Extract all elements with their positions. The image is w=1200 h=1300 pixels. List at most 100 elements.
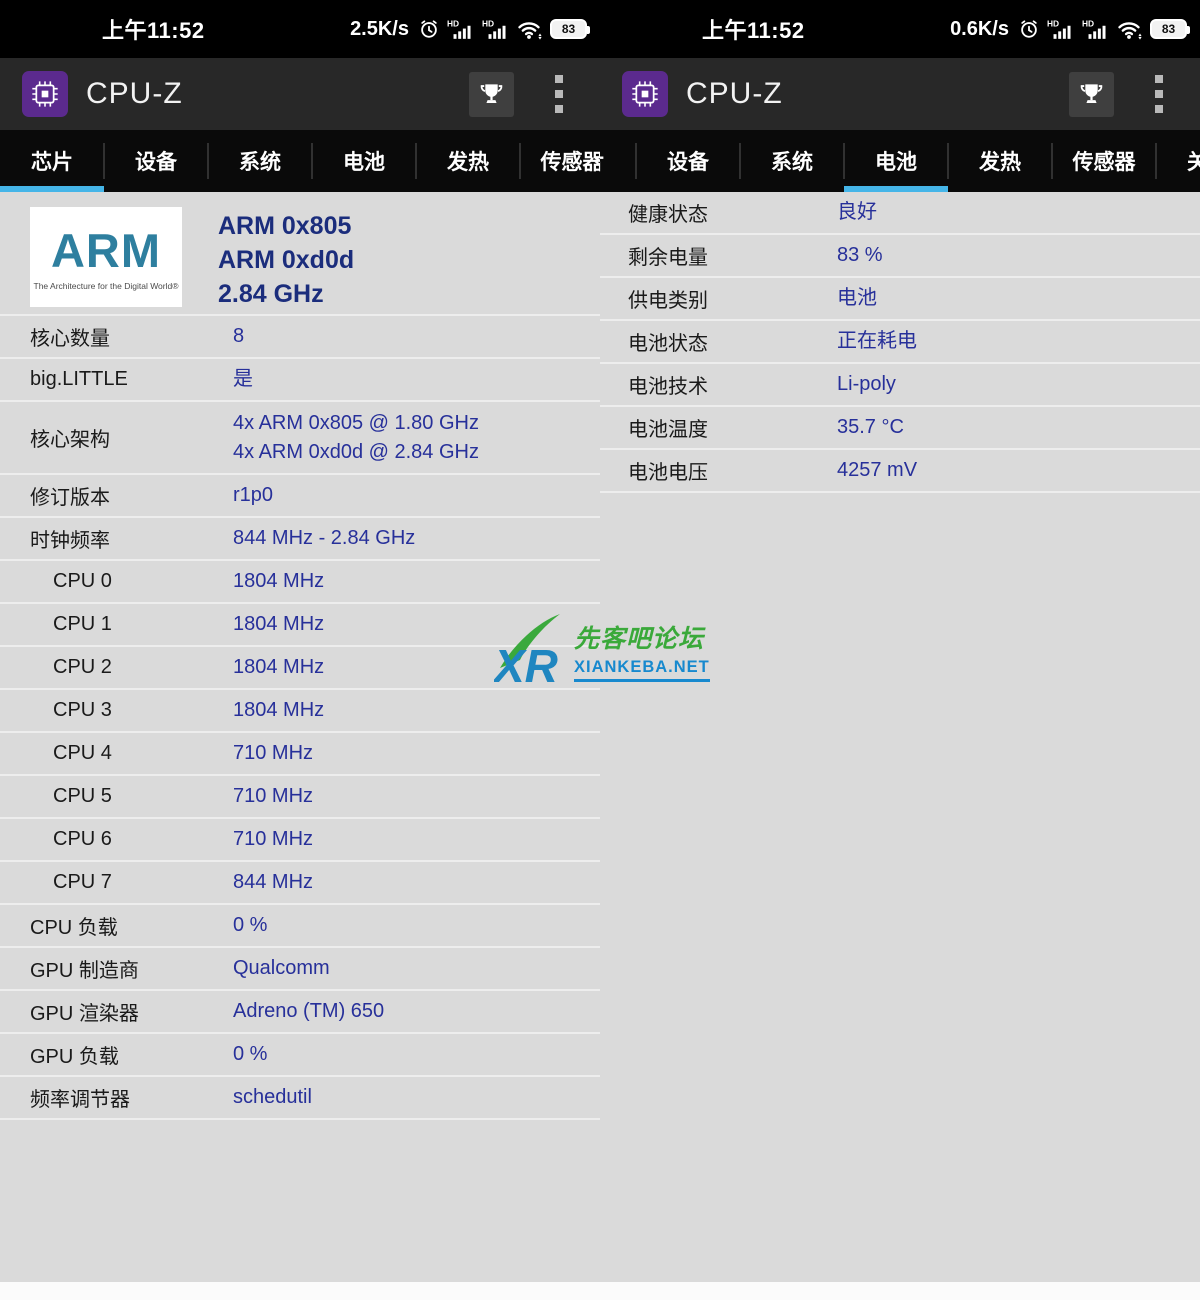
row-value: 0 % xyxy=(233,911,267,940)
info-row: CPU 负载0 % xyxy=(0,905,600,948)
sim2-signal-icon: HD xyxy=(482,18,510,41)
sim2-signal-icon: HD xyxy=(1082,18,1110,41)
overflow-menu-button[interactable] xyxy=(555,75,563,113)
tab-发热[interactable]: 发热 xyxy=(416,130,520,192)
tab-关于[interactable]: 关于 xyxy=(1156,130,1200,192)
soc-title-line1: ARM 0x805 xyxy=(218,209,354,243)
row-value: 710 MHz xyxy=(233,739,313,768)
watermark-site-url: XIANKEBA.NET xyxy=(574,658,710,682)
row-label: 电池温度 xyxy=(600,413,837,442)
row-value: 4257 mV xyxy=(837,456,917,485)
bottom-strip xyxy=(0,1282,1200,1300)
info-row: 核心架构4x ARM 0x805 @ 1.80 GHz 4x ARM 0xd0d… xyxy=(0,402,600,475)
battery-info-list: 健康状态良好剩余电量83 %供电类别电池电池状态正在耗电电池技术Li-poly电… xyxy=(600,192,1200,493)
soc-panel: ARM The Architecture for the Digital Wor… xyxy=(0,192,600,1282)
row-value: 844 MHz xyxy=(233,868,313,897)
row-label: 修订版本 xyxy=(0,481,233,510)
xiankeba-logo-icon: XR xyxy=(494,610,568,690)
sim1-signal-icon: HD xyxy=(447,18,475,41)
app-bar: CPU-Z CPU-Z xyxy=(0,58,1200,130)
status-icons: 2.5K/s HD HD xyxy=(350,18,587,41)
svg-text:HD: HD xyxy=(482,18,494,28)
row-value: 710 MHz xyxy=(233,782,313,811)
info-row: CPU 01804 MHz xyxy=(0,561,600,604)
soc-title-line2: ARM 0xd0d xyxy=(218,243,354,277)
row-value: 83 % xyxy=(837,241,883,270)
row-label: CPU 3 xyxy=(0,699,233,722)
info-row: CPU 4710 MHz xyxy=(0,733,600,776)
row-label: 电池技术 xyxy=(600,370,837,399)
wifi-icon xyxy=(1117,19,1143,40)
row-value: r1p0 xyxy=(233,481,273,510)
row-value: 844 MHz - 2.84 GHz xyxy=(233,524,415,553)
tab-bar-right: 芯片设备系统电池发热传感器关于 xyxy=(600,130,1200,192)
chip-info-list: 核心数量8big.LITTLE是核心架构4x ARM 0x805 @ 1.80 … xyxy=(0,314,600,1120)
status-bar: 上午11:52 2.5K/s HD HD xyxy=(0,0,1200,58)
row-label: GPU 制造商 xyxy=(0,954,233,983)
app-bar-left: CPU-Z xyxy=(0,58,600,130)
info-row: big.LITTLE是 xyxy=(0,359,600,402)
row-label: GPU 渲染器 xyxy=(0,997,233,1026)
info-row: CPU 6710 MHz xyxy=(0,819,600,862)
svg-text:HD: HD xyxy=(1082,18,1094,28)
info-row: 时钟频率844 MHz - 2.84 GHz xyxy=(0,518,600,561)
row-value: 0 % xyxy=(233,1040,267,1069)
tab-系统[interactable]: 系统 xyxy=(740,130,844,192)
tab-传感器[interactable]: 传感器 xyxy=(1052,130,1156,192)
info-row: CPU 7844 MHz xyxy=(0,862,600,905)
network-speed: 2.5K/s xyxy=(350,18,409,41)
row-label: CPU 7 xyxy=(0,871,233,894)
tab-电池[interactable]: 电池 xyxy=(312,130,416,192)
status-bar-left: 上午11:52 2.5K/s HD HD xyxy=(0,0,600,58)
arm-logo: ARM The Architecture for the Digital Wor… xyxy=(30,207,182,307)
trophy-icon xyxy=(1078,81,1105,108)
content-area: ARM The Architecture for the Digital Wor… xyxy=(0,192,1200,1282)
row-label: GPU 负载 xyxy=(0,1040,233,1069)
row-label: CPU 4 xyxy=(0,742,233,765)
row-label: 健康状态 xyxy=(600,198,837,227)
row-label: 剩余电量 xyxy=(600,241,837,270)
soc-title: ARM 0x805 ARM 0xd0d 2.84 GHz xyxy=(218,207,354,314)
row-value: 良好 xyxy=(837,198,877,227)
sim1-signal-icon: HD xyxy=(1047,18,1075,41)
battery-nub xyxy=(1187,26,1190,34)
row-label: CPU 2 xyxy=(0,656,233,679)
row-value: Li-poly xyxy=(837,370,896,399)
tab-系统[interactable]: 系统 xyxy=(208,130,312,192)
info-row: GPU 负载0 % xyxy=(0,1034,600,1077)
tab-bars: 芯片设备系统电池发热传感器 芯片设备系统电池发热传感器关于 xyxy=(0,130,1200,192)
cpu-z-app-icon xyxy=(622,71,668,117)
app-bar-right: CPU-Z xyxy=(600,58,1200,130)
info-row: CPU 5710 MHz xyxy=(0,776,600,819)
row-label: 供电类别 xyxy=(600,284,837,313)
tab-电池[interactable]: 电池 xyxy=(844,130,948,192)
arm-logo-word: ARM xyxy=(51,227,161,275)
benchmark-trophy-button[interactable] xyxy=(469,72,514,117)
soc-header: ARM The Architecture for the Digital Wor… xyxy=(0,192,600,314)
info-row: 电池状态正在耗电 xyxy=(600,321,1200,364)
row-value: 正在耗电 xyxy=(837,327,917,356)
benchmark-trophy-button[interactable] xyxy=(1069,72,1114,117)
alarm-clock-icon xyxy=(1018,18,1040,40)
tab-设备[interactable]: 设备 xyxy=(636,130,740,192)
row-value: 电池 xyxy=(837,284,877,313)
info-row: 电池温度35.7 °C xyxy=(600,407,1200,450)
row-value: Adreno (TM) 650 xyxy=(233,997,384,1026)
tab-发热[interactable]: 发热 xyxy=(948,130,1052,192)
info-row: 电池电压4257 mV xyxy=(600,450,1200,493)
tab-芯片[interactable]: 芯片 xyxy=(0,130,104,192)
tab-传感器[interactable]: 传感器 xyxy=(520,130,600,192)
row-label: 电池状态 xyxy=(600,327,837,356)
overflow-menu-button[interactable] xyxy=(1155,75,1163,113)
row-label: 电池电压 xyxy=(600,456,837,485)
row-value: 4x ARM 0x805 @ 1.80 GHz 4x ARM 0xd0d @ 2… xyxy=(233,409,479,467)
tab-bar-left: 芯片设备系统电池发热传感器 xyxy=(0,130,600,192)
info-row: GPU 渲染器Adreno (TM) 650 xyxy=(0,991,600,1034)
forum-watermark: XR 先客吧论坛 XIANKEBA.NET xyxy=(494,610,710,690)
alarm-clock-icon xyxy=(418,18,440,40)
info-row: 供电类别电池 xyxy=(600,278,1200,321)
tab-设备[interactable]: 设备 xyxy=(104,130,208,192)
tab-芯片[interactable]: 芯片 xyxy=(600,130,636,192)
status-bar-right: 上午11:52 0.6K/s HD HD xyxy=(600,0,1200,58)
info-row: CPU 31804 MHz xyxy=(0,690,600,733)
